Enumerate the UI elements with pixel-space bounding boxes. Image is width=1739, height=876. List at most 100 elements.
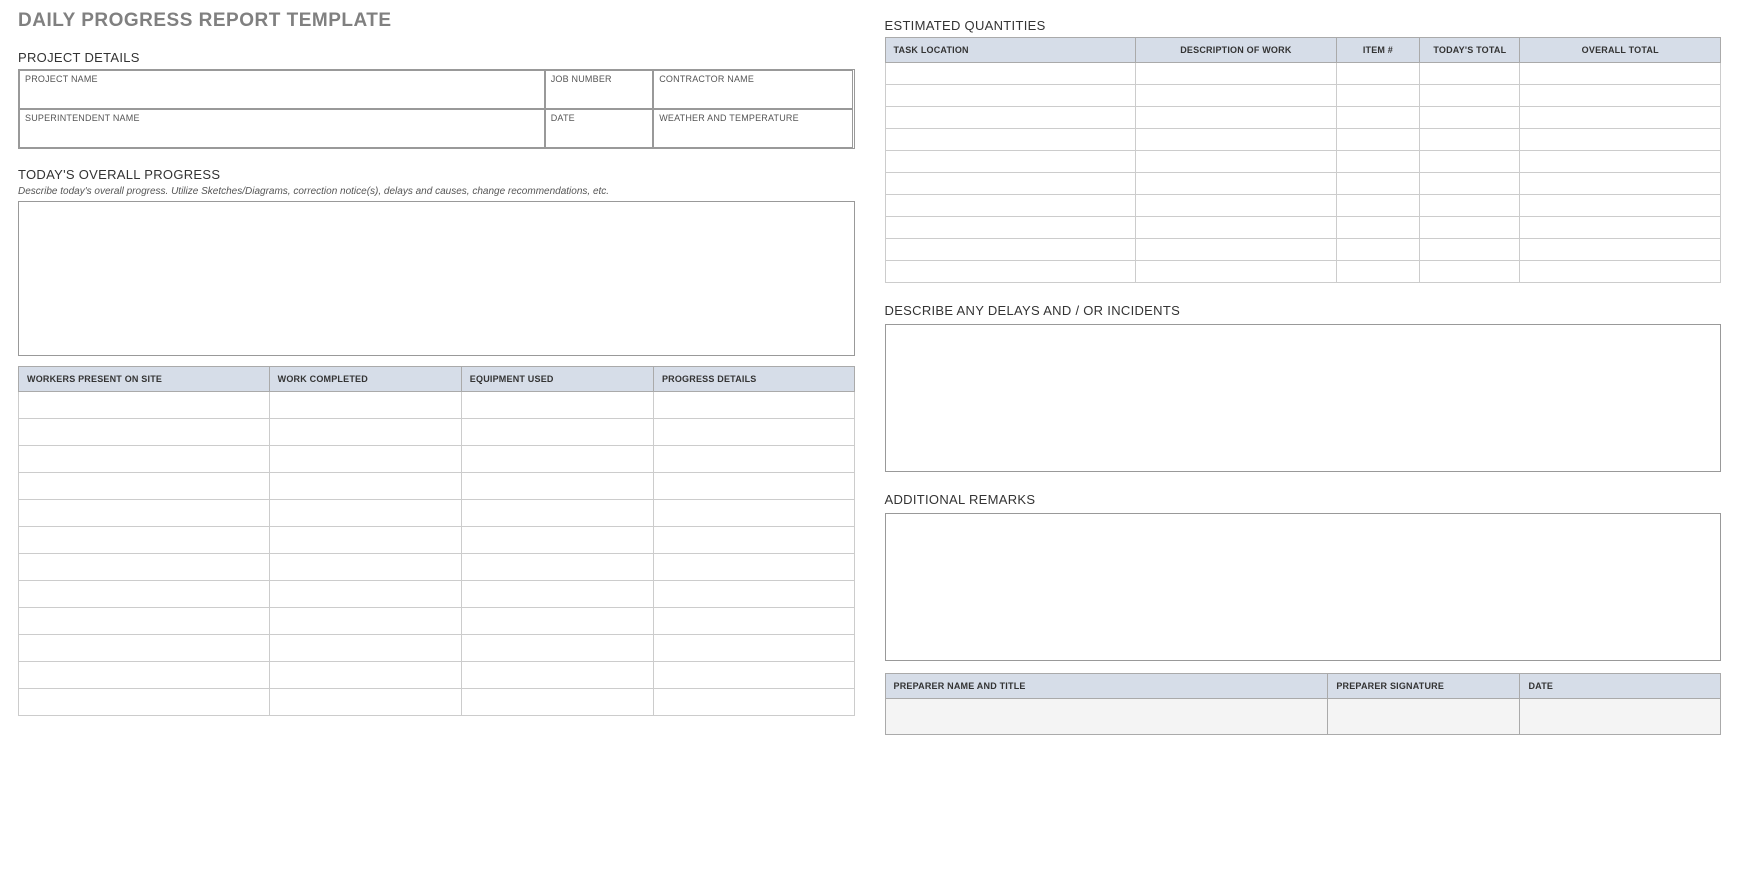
table-cell[interactable] bbox=[461, 527, 653, 554]
table-cell[interactable] bbox=[653, 662, 854, 689]
table-cell[interactable] bbox=[461, 581, 653, 608]
table-cell[interactable] bbox=[653, 581, 854, 608]
table-cell[interactable] bbox=[19, 554, 270, 581]
table-cell[interactable] bbox=[653, 392, 854, 419]
table-cell[interactable] bbox=[1336, 217, 1420, 239]
overall-progress-textarea[interactable] bbox=[18, 201, 855, 356]
table-cell[interactable] bbox=[1420, 217, 1520, 239]
table-cell[interactable] bbox=[461, 662, 653, 689]
table-cell[interactable] bbox=[461, 392, 653, 419]
table-cell[interactable] bbox=[1136, 217, 1337, 239]
table-cell[interactable] bbox=[1520, 85, 1721, 107]
table-cell[interactable] bbox=[461, 473, 653, 500]
table-cell[interactable] bbox=[269, 473, 461, 500]
table-cell[interactable] bbox=[653, 419, 854, 446]
table-cell[interactable] bbox=[1336, 261, 1420, 283]
table-cell[interactable] bbox=[1336, 173, 1420, 195]
sign-date-input[interactable] bbox=[1520, 699, 1721, 735]
table-cell[interactable] bbox=[269, 635, 461, 662]
table-cell[interactable] bbox=[269, 392, 461, 419]
table-cell[interactable] bbox=[1520, 239, 1721, 261]
table-cell[interactable] bbox=[1520, 217, 1721, 239]
project-name-input[interactable] bbox=[20, 84, 544, 108]
table-cell[interactable] bbox=[19, 635, 270, 662]
table-cell[interactable] bbox=[1520, 173, 1721, 195]
table-cell[interactable] bbox=[1520, 129, 1721, 151]
table-cell[interactable] bbox=[461, 608, 653, 635]
table-cell[interactable] bbox=[1136, 261, 1337, 283]
table-cell[interactable] bbox=[653, 446, 854, 473]
table-cell[interactable] bbox=[1136, 107, 1337, 129]
table-cell[interactable] bbox=[653, 527, 854, 554]
table-cell[interactable] bbox=[19, 608, 270, 635]
table-cell[interactable] bbox=[461, 419, 653, 446]
table-cell[interactable] bbox=[885, 129, 1136, 151]
table-cell[interactable] bbox=[653, 635, 854, 662]
table-cell[interactable] bbox=[19, 446, 270, 473]
table-cell[interactable] bbox=[1420, 129, 1520, 151]
table-cell[interactable] bbox=[269, 581, 461, 608]
weather-input[interactable] bbox=[654, 123, 852, 147]
date-input[interactable] bbox=[546, 123, 652, 147]
table-cell[interactable] bbox=[1420, 195, 1520, 217]
remarks-textarea[interactable] bbox=[885, 513, 1722, 661]
table-cell[interactable] bbox=[19, 473, 270, 500]
preparer-name-input[interactable] bbox=[885, 699, 1328, 735]
table-cell[interactable] bbox=[1336, 63, 1420, 85]
table-cell[interactable] bbox=[653, 500, 854, 527]
table-cell[interactable] bbox=[653, 689, 854, 716]
table-cell[interactable] bbox=[1420, 107, 1520, 129]
delays-textarea[interactable] bbox=[885, 324, 1722, 472]
contractor-name-input[interactable] bbox=[654, 84, 852, 108]
table-cell[interactable] bbox=[1136, 129, 1337, 151]
superintendent-input[interactable] bbox=[20, 123, 544, 147]
table-cell[interactable] bbox=[1420, 151, 1520, 173]
table-cell[interactable] bbox=[1520, 63, 1721, 85]
table-cell[interactable] bbox=[269, 608, 461, 635]
table-cell[interactable] bbox=[1520, 107, 1721, 129]
table-cell[interactable] bbox=[19, 527, 270, 554]
table-cell[interactable] bbox=[269, 527, 461, 554]
table-cell[interactable] bbox=[1136, 85, 1337, 107]
table-cell[interactable] bbox=[1136, 151, 1337, 173]
table-cell[interactable] bbox=[19, 419, 270, 446]
table-cell[interactable] bbox=[1336, 151, 1420, 173]
table-cell[interactable] bbox=[19, 500, 270, 527]
table-cell[interactable] bbox=[269, 419, 461, 446]
table-cell[interactable] bbox=[1420, 85, 1520, 107]
table-cell[interactable] bbox=[885, 217, 1136, 239]
table-cell[interactable] bbox=[269, 554, 461, 581]
table-cell[interactable] bbox=[1336, 239, 1420, 261]
table-cell[interactable] bbox=[653, 554, 854, 581]
table-cell[interactable] bbox=[885, 107, 1136, 129]
preparer-signature-input[interactable] bbox=[1328, 699, 1520, 735]
table-cell[interactable] bbox=[885, 239, 1136, 261]
table-cell[interactable] bbox=[269, 662, 461, 689]
table-cell[interactable] bbox=[461, 689, 653, 716]
table-cell[interactable] bbox=[1136, 173, 1337, 195]
table-cell[interactable] bbox=[1336, 195, 1420, 217]
table-cell[interactable] bbox=[461, 635, 653, 662]
table-cell[interactable] bbox=[1420, 261, 1520, 283]
table-cell[interactable] bbox=[1336, 129, 1420, 151]
table-cell[interactable] bbox=[1520, 261, 1721, 283]
table-cell[interactable] bbox=[19, 581, 270, 608]
table-cell[interactable] bbox=[269, 446, 461, 473]
table-cell[interactable] bbox=[269, 500, 461, 527]
table-cell[interactable] bbox=[461, 500, 653, 527]
table-cell[interactable] bbox=[885, 173, 1136, 195]
table-cell[interactable] bbox=[1420, 173, 1520, 195]
table-cell[interactable] bbox=[269, 689, 461, 716]
table-cell[interactable] bbox=[1520, 195, 1721, 217]
table-cell[interactable] bbox=[885, 85, 1136, 107]
table-cell[interactable] bbox=[653, 473, 854, 500]
table-cell[interactable] bbox=[461, 554, 653, 581]
table-cell[interactable] bbox=[19, 662, 270, 689]
table-cell[interactable] bbox=[653, 608, 854, 635]
table-cell[interactable] bbox=[461, 446, 653, 473]
table-cell[interactable] bbox=[19, 392, 270, 419]
table-cell[interactable] bbox=[885, 261, 1136, 283]
table-cell[interactable] bbox=[1136, 63, 1337, 85]
table-cell[interactable] bbox=[1136, 195, 1337, 217]
table-cell[interactable] bbox=[1336, 107, 1420, 129]
